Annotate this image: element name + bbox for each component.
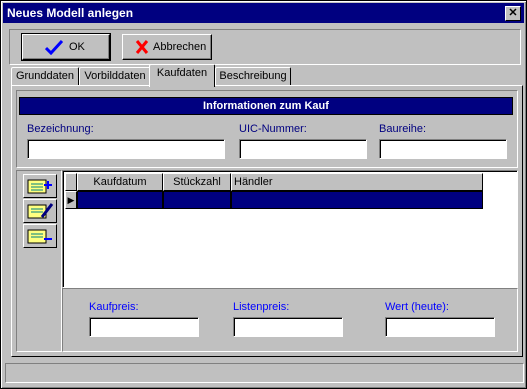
column-haendler[interactable]: Händler xyxy=(231,173,483,191)
wert-label: Wert (heute): xyxy=(385,301,449,313)
add-record-icon xyxy=(27,179,52,194)
window-title: Neues Modell anlegen xyxy=(7,6,134,20)
grid-cell-kaufdatum[interactable] xyxy=(77,191,163,209)
delete-record-button[interactable] xyxy=(23,224,57,248)
listenpreis-field[interactable] xyxy=(233,317,343,337)
tab-kaufdaten[interactable]: Kaufdaten xyxy=(149,64,215,87)
close-button[interactable]: ✕ xyxy=(505,6,521,21)
edit-record-button[interactable] xyxy=(23,199,57,223)
tab-vorbilddaten[interactable]: Vorbilddaten xyxy=(79,67,151,86)
grid-corner xyxy=(65,173,77,191)
add-record-button[interactable] xyxy=(23,174,57,198)
cancel-button[interactable]: Abbrechen xyxy=(122,34,212,60)
baureihe-label: Baureihe: xyxy=(379,123,427,135)
price-section: Kaufpreis: Listenpreis: Wert (heute): xyxy=(62,288,518,352)
close-icon: ✕ xyxy=(508,7,518,19)
column-kaufdatum[interactable]: Kaufdatum xyxy=(77,173,163,191)
uic-label: UIC-Nummer: xyxy=(239,123,307,135)
bezeichnung-field[interactable] xyxy=(27,139,225,159)
uic-field[interactable] xyxy=(239,139,367,159)
kaufpreis-field[interactable] xyxy=(89,317,199,337)
kaufpreis-label: Kaufpreis: xyxy=(89,301,139,313)
kaufdaten-panel: Informationen zum Kauf Bezeichnung: UIC-… xyxy=(11,85,523,357)
info-header: Informationen zum Kauf xyxy=(19,97,513,115)
purchase-grid[interactable]: Kaufdatum Stückzahl Händler ▶ xyxy=(62,170,518,288)
wert-field[interactable] xyxy=(385,317,495,337)
delete-record-icon xyxy=(27,229,52,244)
grid-cell-stueckzahl[interactable] xyxy=(163,191,231,209)
status-bar xyxy=(5,363,524,383)
grid-cell-haendler[interactable] xyxy=(231,191,483,209)
cancel-label: Abbrechen xyxy=(153,41,207,53)
cancel-x-icon xyxy=(135,40,149,54)
baureihe-field[interactable] xyxy=(379,139,507,159)
listenpreis-label: Listenpreis: xyxy=(233,301,290,313)
info-section: Informationen zum Kauf Bezeichnung: UIC-… xyxy=(16,90,518,168)
ok-label: OK xyxy=(69,41,85,53)
title-bar: Neues Modell anlegen ✕ xyxy=(3,3,524,23)
record-toolbar xyxy=(16,170,62,352)
bezeichnung-label: Bezeichnung: xyxy=(27,123,94,135)
edit-record-icon xyxy=(27,203,54,219)
column-stueckzahl[interactable]: Stückzahl xyxy=(163,173,231,191)
checkmark-icon xyxy=(45,39,63,55)
dialog-window: Neues Modell anlegen ✕ OK Abbrechen Grun… xyxy=(0,0,527,389)
row-indicator-icon: ▶ xyxy=(65,191,77,209)
ok-button[interactable]: OK xyxy=(21,33,111,61)
button-toolbar: OK Abbrechen xyxy=(9,29,521,65)
tab-grunddaten[interactable]: Grunddaten xyxy=(11,67,79,86)
tab-beschreibung[interactable]: Beschreibung xyxy=(215,67,291,86)
